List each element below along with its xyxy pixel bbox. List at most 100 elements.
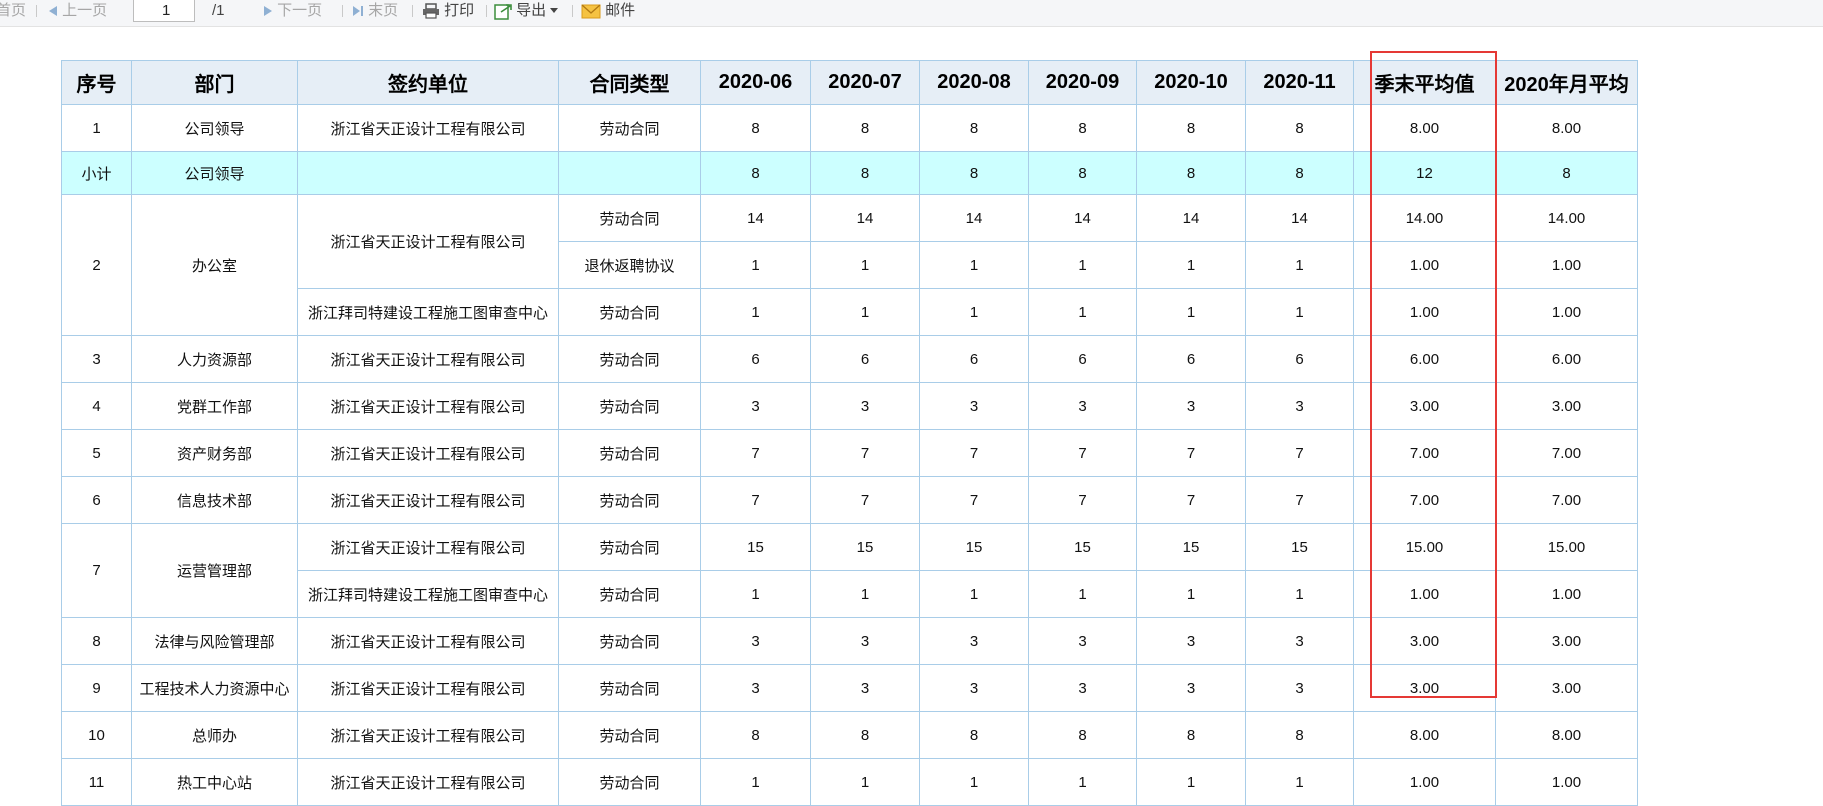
cell-month: 1 — [1136, 570, 1246, 618]
cell-month: 1 — [919, 570, 1029, 618]
cell-month: 1 — [1245, 758, 1354, 806]
cell-month: 15 — [810, 523, 920, 571]
cell-month: 3 — [810, 617, 920, 665]
cell-month: 8 — [810, 711, 920, 759]
cell-month: 1 — [1028, 758, 1137, 806]
cell-month: 6 — [919, 335, 1029, 383]
cell-month: 14 — [700, 194, 811, 242]
table-row: 浙江拜司特建设工程施工图审查中心 劳动合同 1 1 1 1 1 1 1.00 1… — [62, 570, 1638, 618]
header-dept: 部门 — [131, 60, 298, 105]
export-button[interactable]: 导出 — [494, 0, 559, 22]
cell-index: 1 — [61, 104, 132, 152]
cell-unit: 浙江拜司特建设工程施工图审查中心 — [297, 570, 559, 618]
cell-dept: 总师办 — [131, 711, 298, 759]
cell-month: 8 — [1028, 151, 1137, 195]
cell-year-avg: 1.00 — [1495, 288, 1638, 336]
cell-year-avg: 1.00 — [1495, 241, 1638, 289]
cell-month: 3 — [919, 617, 1029, 665]
cell-month: 6 — [1028, 335, 1137, 383]
last-page-button[interactable]: 末页 — [352, 0, 398, 22]
cell-month: 1 — [919, 288, 1029, 336]
print-label: 打印 — [444, 2, 475, 19]
subtotal-row: 小计 公司领导 8 8 8 8 8 8 12 8 — [61, 151, 1638, 195]
table-header-row: 序号 部门 签约单位 合同类型 2020-06 2020-07 2020-08 … — [61, 60, 1638, 105]
mail-button[interactable]: 邮件 — [581, 0, 635, 22]
cell-unit: 浙江省天正设计工程有限公司 — [297, 382, 559, 430]
cell-unit — [297, 151, 559, 195]
next-page-button[interactable]: 下一页 — [263, 0, 322, 22]
first-page-button[interactable]: 首页 — [0, 0, 26, 22]
cell-quarter-avg: 14.00 — [1353, 194, 1496, 242]
cell-type — [558, 151, 701, 195]
cell-month: 6 — [700, 335, 811, 383]
table-row: 8 法律与风险管理部 浙江省天正设计工程有限公司 劳动合同 3 3 3 3 3 … — [61, 617, 1638, 665]
chevron-down-icon — [550, 8, 559, 14]
cell-dept: 党群工作部 — [131, 382, 298, 430]
cell-quarter-avg: 8.00 — [1353, 711, 1496, 759]
cell-month: 3 — [1028, 382, 1137, 430]
cell-month: 14 — [1245, 194, 1354, 242]
cell-month: 7 — [1028, 476, 1137, 524]
cell-quarter-avg: 7.00 — [1353, 429, 1496, 477]
toolbar-divider — [572, 5, 573, 17]
cell-index: 小计 — [61, 151, 132, 195]
cell-month: 3 — [700, 382, 811, 430]
cell-month: 14 — [1136, 194, 1246, 242]
cell-month: 8 — [1245, 104, 1354, 152]
cell-index: 11 — [61, 758, 132, 806]
report-table: 序号 部门 签约单位 合同类型 2020-06 2020-07 2020-08 … — [61, 60, 1638, 806]
page-number-input[interactable] — [133, 0, 195, 22]
cell-year-avg: 6.00 — [1495, 335, 1638, 383]
next-page-label: 下一页 — [277, 2, 323, 19]
cell-unit: 浙江省天正设计工程有限公司 — [297, 758, 559, 806]
cell-month: 8 — [919, 104, 1029, 152]
cell-dept: 法律与风险管理部 — [131, 617, 298, 665]
cell-index: 8 — [61, 617, 132, 665]
cell-month: 14 — [1028, 194, 1137, 242]
cell-month: 1 — [1245, 570, 1354, 618]
table-row: 11 热工中心站 浙江省天正设计工程有限公司 劳动合同 1 1 1 1 1 1 … — [61, 758, 1638, 806]
cell-year-avg: 7.00 — [1495, 476, 1638, 524]
cell-index: 7 — [61, 523, 132, 618]
cell-year-avg: 8.00 — [1495, 711, 1638, 759]
triangle-right-icon — [264, 6, 272, 17]
cell-type: 劳动合同 — [558, 664, 701, 712]
cell-index: 3 — [61, 335, 132, 383]
cell-year-avg: 14.00 — [1495, 194, 1638, 242]
cell-index: 5 — [61, 429, 132, 477]
cell-year-avg: 7.00 — [1495, 429, 1638, 477]
cell-month: 6 — [810, 335, 920, 383]
print-button[interactable]: 打印 — [422, 0, 474, 22]
prev-page-button[interactable]: 上一页 — [48, 0, 107, 22]
cell-unit: 浙江省天正设计工程有限公司 — [297, 664, 559, 712]
cell-type: 劳动合同 — [558, 570, 701, 618]
table-row: 9 工程技术人力资源中心 浙江省天正设计工程有限公司 劳动合同 3 3 3 3 … — [61, 664, 1638, 712]
cell-year-avg: 3.00 — [1495, 382, 1638, 430]
cell-month: 1 — [1136, 758, 1246, 806]
cell-type: 劳动合同 — [558, 711, 701, 759]
triangle-left-icon — [49, 6, 57, 17]
cell-month: 3 — [700, 664, 811, 712]
table-row: 浙江拜司特建设工程施工图审查中心 劳动合同 1 1 1 1 1 1 1.00 1… — [62, 288, 1638, 336]
header-month: 2020-08 — [919, 60, 1029, 105]
cell-month: 7 — [810, 429, 920, 477]
cell-year-avg: 15.00 — [1495, 523, 1638, 571]
cell-month: 1 — [700, 288, 811, 336]
cell-month: 15 — [700, 523, 811, 571]
cell-dept: 公司领导 — [131, 104, 298, 152]
header-quarter-avg: 季末平均值 — [1353, 60, 1496, 105]
cell-type: 劳动合同 — [558, 758, 701, 806]
cell-month: 6 — [1245, 335, 1354, 383]
cell-month: 15 — [919, 523, 1029, 571]
cell-year-avg: 1.00 — [1495, 758, 1638, 806]
header-month: 2020-11 — [1245, 60, 1354, 105]
cell-quarter-avg: 1.00 — [1353, 758, 1496, 806]
cell-month: 3 — [1136, 664, 1246, 712]
export-icon — [494, 3, 512, 20]
cell-month: 8 — [1245, 711, 1354, 759]
cell-month: 7 — [919, 429, 1029, 477]
cell-year-avg: 1.00 — [1495, 570, 1638, 618]
cell-month: 8 — [810, 151, 920, 195]
cell-month: 8 — [1245, 151, 1354, 195]
cell-type: 退休返聘协议 — [558, 241, 701, 289]
